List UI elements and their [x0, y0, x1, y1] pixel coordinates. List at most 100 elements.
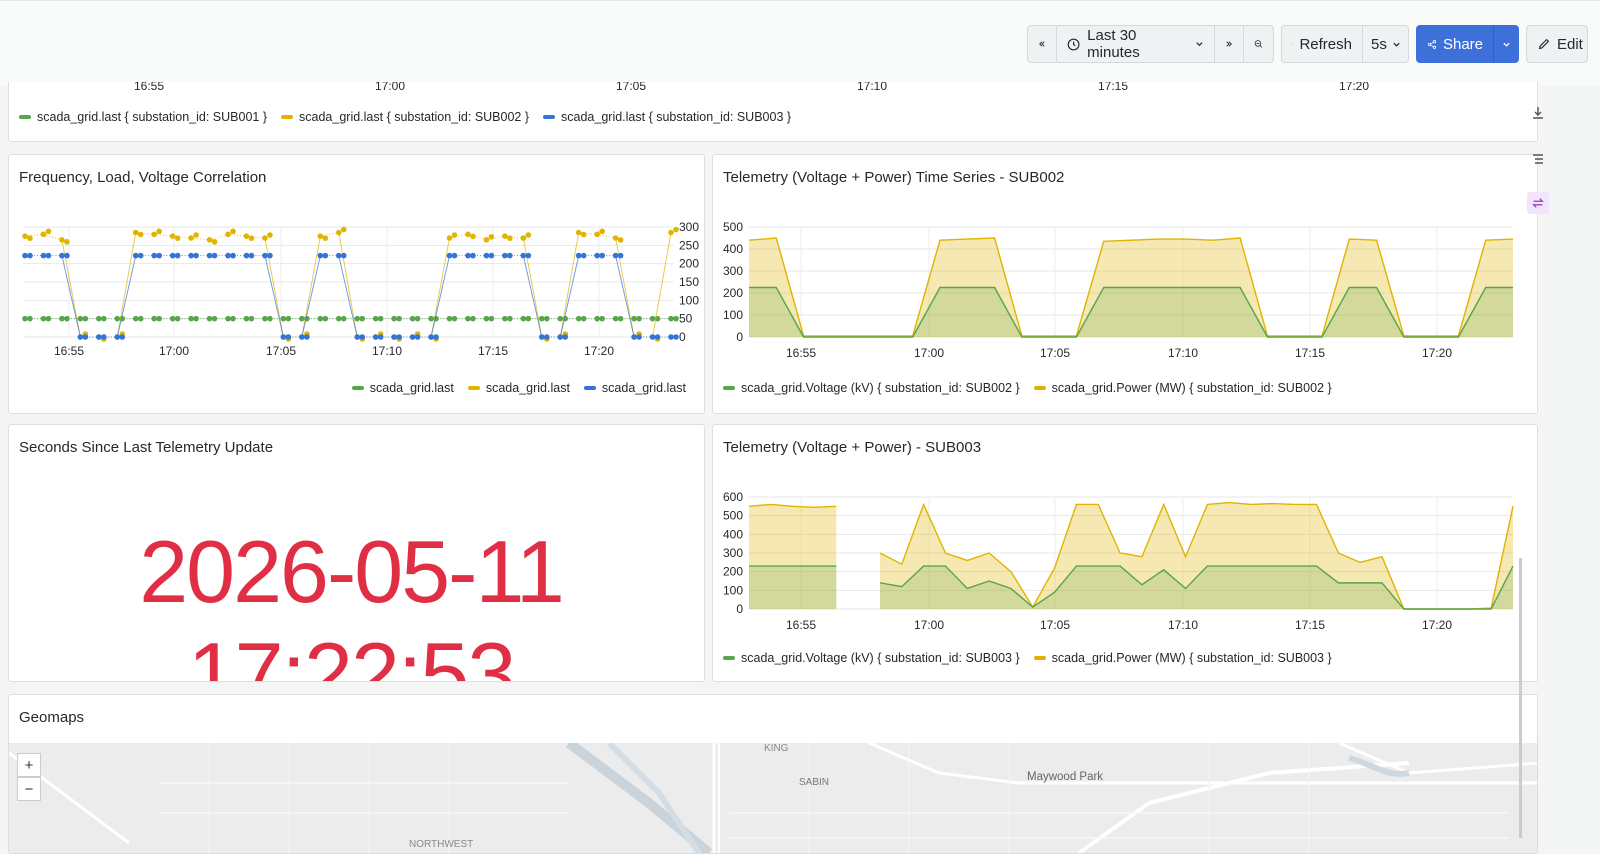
series-line: [559, 232, 580, 338]
legend-swatch: [543, 115, 556, 119]
map-zoom-in-button[interactable]: +: [17, 753, 41, 777]
time-range-picker[interactable]: Last 30 minutes: [1057, 26, 1215, 62]
edit-label: Edit: [1557, 35, 1583, 53]
series-line: [338, 255, 358, 338]
chevrons-right-icon: [1226, 41, 1232, 47]
panel-title: Seconds Since Last Telemetry Update: [19, 439, 274, 456]
legend-item[interactable]: scada_grid.last: [351, 381, 454, 395]
map-zoom-out-button[interactable]: −: [17, 777, 41, 801]
map-label: Maywood Park: [1027, 771, 1104, 783]
y-tick-label: 250: [679, 238, 699, 252]
legend-swatch: [281, 115, 294, 119]
data-point: [599, 228, 605, 235]
series-line: [522, 255, 543, 338]
sub002-area-chart: 0 100 200 300 400 500 16:55 17:00 17:05 17:10 17:1…: [723, 220, 1514, 360]
legend-item[interactable]: scada_grid.last: [583, 381, 686, 395]
data-point: [673, 226, 679, 233]
data-point: [267, 232, 273, 238]
y-tick-label: 0: [679, 330, 686, 344]
map-roads: [9, 743, 1537, 853]
legend-item[interactable]: scada_grid.last { substation_id: SUB003 …: [543, 110, 791, 124]
series-line: [652, 232, 672, 338]
legend-swatch: [583, 386, 596, 390]
legend-swatch: [19, 115, 31, 119]
refresh-label: Refresh: [1299, 35, 1352, 53]
data-point: [304, 334, 310, 340]
legend-swatch: [1033, 656, 1046, 660]
compare-arrows-icon[interactable]: [1527, 192, 1549, 214]
x-tick-label: 17:10: [857, 82, 887, 93]
panel-title: Frequency, Load, Voltage Correlation: [19, 169, 267, 186]
legend-item[interactable]: scada_grid.Voltage (kV) { substation_id:…: [723, 381, 1020, 395]
refresh-button[interactable]: Refresh: [1282, 26, 1363, 62]
x-tick-label: 17:00: [914, 618, 944, 632]
legend-label: scada_grid.last { substation_id: SUB002 …: [299, 110, 530, 124]
data-point: [22, 233, 28, 239]
data-point: [525, 252, 532, 259]
share-dropdown-button[interactable]: [1494, 26, 1519, 62]
x-tick-label: 16:55: [786, 346, 816, 360]
download-icon[interactable]: [1527, 102, 1549, 124]
edit-group: Edit: [1526, 25, 1588, 63]
sub003-legend: scada_grid.Voltage (kV) { substation_id:…: [723, 651, 1332, 665]
series-line: [61, 255, 81, 338]
legend-swatch: [467, 386, 480, 390]
x-tick-label: 17:05: [266, 344, 296, 358]
outline-list-icon[interactable]: [1527, 148, 1549, 170]
data-point: [668, 334, 674, 340]
time-back-button[interactable]: [1028, 26, 1057, 62]
legend-item[interactable]: scada_grid.Power (MW) { substation_id: S…: [1033, 651, 1332, 665]
data-point: [114, 315, 121, 322]
data-point: [668, 229, 674, 236]
scrollbar[interactable]: [1519, 558, 1522, 838]
y-tick-label: 300: [723, 264, 743, 278]
panel-telemetry-sub002: Telemetry (Voltage + Power) Time Series …: [712, 154, 1538, 414]
y-tick-label: 500: [723, 509, 743, 523]
data-point: [96, 315, 102, 322]
time-forward-button[interactable]: [1215, 26, 1244, 62]
legend-label: scada_grid.last: [601, 381, 686, 395]
series-line: [116, 255, 137, 338]
refresh-interval-picker[interactable]: 5s: [1363, 26, 1409, 62]
x-tick-label: 17:00: [375, 82, 405, 93]
legend-item[interactable]: scada_grid.last { substation_id: SUB001 …: [19, 110, 267, 124]
legend-item[interactable]: scada_grid.Voltage (kV) { substation_id:…: [723, 651, 1020, 665]
last-update-stat: 2026-05-11 17:22:53: [139, 522, 565, 682]
pencil-icon: [1538, 38, 1550, 50]
x-tick-label: 17:15: [1098, 82, 1128, 93]
legend-item[interactable]: scada_grid.last: [467, 381, 570, 395]
legend-item[interactable]: scada_grid.last { substation_id: SUB002 …: [281, 110, 529, 124]
series-line: [615, 237, 635, 338]
series-line: [116, 232, 137, 338]
chevrons-left-icon: [1039, 41, 1045, 47]
x-tick-label: 16:55: [786, 618, 816, 632]
x-tick-label: 17:10: [1168, 346, 1198, 360]
edit-button[interactable]: Edit: [1527, 26, 1593, 62]
x-tick-label: 17:20: [1422, 618, 1452, 632]
y-tick-label: 150: [679, 275, 699, 289]
x-tick-label: 17:15: [1295, 346, 1325, 360]
refresh-interval-value: 5s: [1371, 35, 1387, 53]
data-point: [673, 315, 679, 322]
top-axis: 16:55 17:00 17:05 17:10 17:15 17:20: [134, 82, 1369, 93]
series-area: [749, 287, 1513, 337]
y-tick-label: 400: [723, 527, 743, 541]
y-tick-label: 300: [679, 220, 699, 234]
x-tick-label: 17:00: [159, 344, 189, 358]
x-tick-label: 17:00: [914, 346, 944, 360]
panel-geomaps: Geomaps + − KING SABIN Maywood Park NORT…: [8, 694, 1538, 854]
legend-swatch: [723, 656, 735, 660]
panel-title: Geomaps: [19, 709, 85, 726]
series-area: [749, 566, 837, 609]
y-tick-label: 100: [723, 308, 743, 322]
share-button[interactable]: Share: [1417, 26, 1494, 62]
series-line: [301, 236, 321, 338]
chevron-down-icon: [1503, 42, 1510, 47]
chevron-down-icon: [1393, 42, 1400, 47]
zoom-out-time-button[interactable]: [1244, 26, 1273, 62]
legend-item[interactable]: scada_grid.Power (MW) { substation_id: S…: [1033, 381, 1332, 395]
geomap-canvas[interactable]: + − KING SABIN Maywood Park NORTHWEST: [9, 743, 1537, 853]
dashboard-toolbar: Last 30 minutes Refresh 5s Share Edit: [0, 0, 1600, 86]
data-point: [156, 228, 162, 235]
legend-label: scada_grid.Power (MW) { substation_id: S…: [1051, 381, 1332, 395]
